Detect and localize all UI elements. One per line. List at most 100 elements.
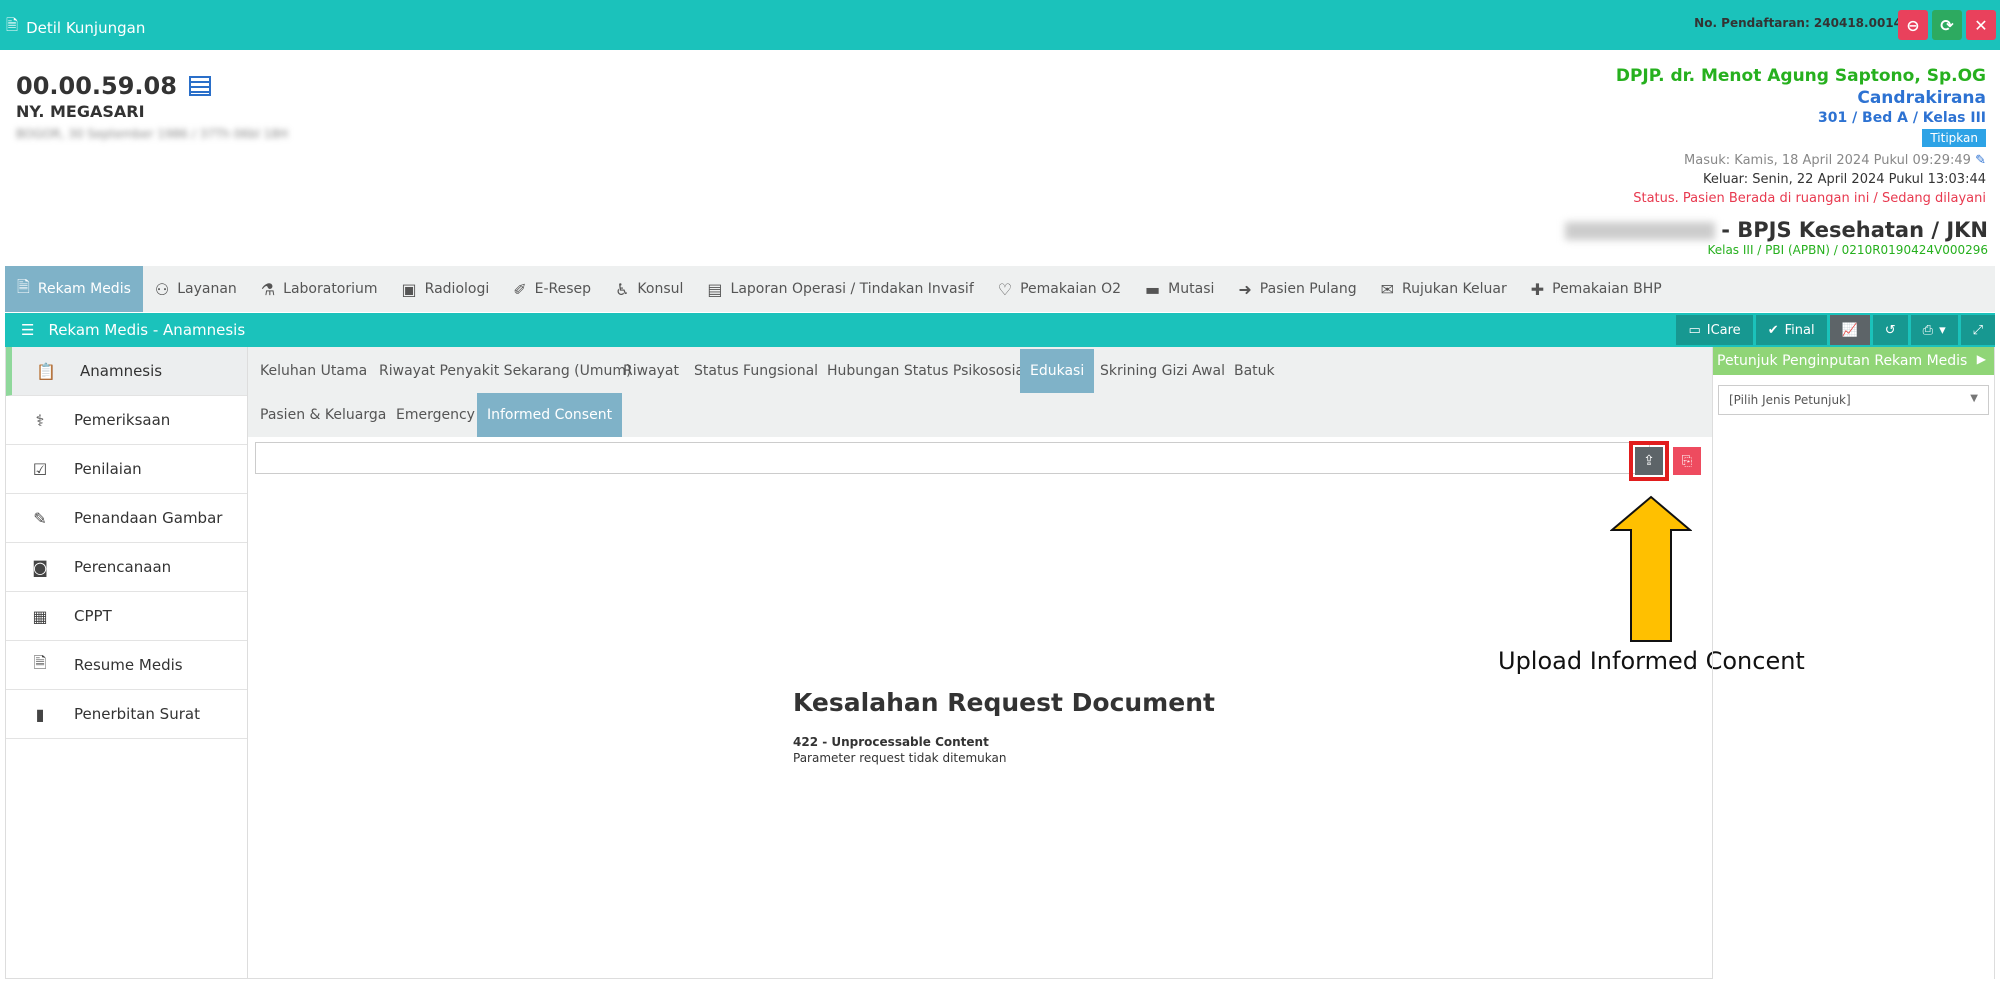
window-title: 🗎 Detil Kunjungan: [6, 15, 145, 40]
nav-laporan-operasi[interactable]: ▤ Laporan Operasi / Tindakan Invasif: [695, 266, 985, 312]
sidebar-item-penilaian[interactable]: ☑ Penilaian: [6, 445, 247, 494]
doctor-info: DPJP. dr. Menot Agung Saptono, Sp.OG Can…: [1616, 66, 1986, 206]
tab-keluhan-utama[interactable]: Keluhan Utama: [250, 349, 377, 393]
nav-rekam-medis[interactable]: 🗎 Rekam Medis: [5, 266, 143, 312]
history-button[interactable]: ↺: [1872, 315, 1908, 345]
tab-batuk[interactable]: Batuk: [1224, 349, 1285, 393]
nav-laboratorium[interactable]: ⚗ Laboratorium: [249, 266, 390, 312]
tab-status-fungsional[interactable]: Status Fungsional: [684, 349, 828, 393]
patient-status: Status. Pasien Berada di ruangan ini / S…: [1633, 191, 1986, 206]
flask-icon: ⚗: [260, 279, 276, 299]
guide-panel-header[interactable]: Petunjuk Penginputan Rekam Medis ▶: [1713, 347, 1994, 375]
sidebar-item-perencanaan[interactable]: ◙ Perencanaan: [6, 543, 247, 592]
main-content: Keluhan Utama Riwayat Penyakit Sekarang …: [248, 347, 1712, 979]
guide-type-select[interactable]: [Pilih Jenis Petunjuk] ▼: [1718, 385, 1989, 415]
user-plan-icon: ◙: [32, 557, 48, 577]
menu-icon[interactable]: ☰: [21, 321, 34, 339]
sidebar-item-anamnesis[interactable]: 📋 Anamnesis: [6, 347, 247, 396]
patient-name: NY. MEGASARI: [16, 102, 145, 121]
nav-konsul[interactable]: ♿ Konsul: [603, 266, 695, 312]
sidebar-item-penerbitan-surat[interactable]: ▮ Penerbitan Surat: [6, 690, 247, 739]
upload-button[interactable]: ⇪: [1635, 447, 1663, 475]
chevron-down-icon: ▼: [1970, 393, 1978, 404]
checklist-icon: ☑: [32, 459, 48, 479]
upload-icon: ⇪: [1643, 453, 1655, 469]
sidebar-item-resume-medis[interactable]: 🗎 Resume Medis: [6, 641, 247, 690]
medkit-icon: ✚: [1530, 279, 1545, 299]
expand-icon: ⤢: [1972, 322, 1983, 338]
error-code: 422 - Unprocessable Content: [793, 735, 989, 749]
nav-pemakaian-bhp[interactable]: ✚ Pemakaian BHP: [1519, 266, 1674, 312]
sidebar-item-pemeriksaan[interactable]: ⚕ Pemeriksaan: [6, 396, 247, 445]
registration-number: No. Pendaftaran: 240418.0014: [1694, 16, 1902, 30]
main-nav: 🗎 Rekam Medis ⚇ Layanan ⚗ Laboratorium ▣ Rad…: [5, 266, 1995, 312]
insurance-sub: Kelas III / PBI (APBN) / 0210R0190424V00…: [1707, 243, 1988, 257]
nav-rujukan-keluar[interactable]: ✉ Rujukan Keluar: [1369, 266, 1519, 312]
edit-icon[interactable]: ✎: [1975, 153, 1986, 168]
exit-icon: ➜: [1238, 279, 1252, 299]
list-icon[interactable]: [188, 76, 211, 96]
tab-riwayat-penyakit-sekarang[interactable]: Riwayat Penyakit Sekarang (Umum): [369, 349, 642, 393]
tab-hubungan-status-psikososial[interactable]: Hubungan Status Psikososial: [817, 349, 1038, 393]
bed-icon: ▬: [1145, 279, 1161, 299]
final-button[interactable]: ✔ Final: [1755, 315, 1827, 345]
titipkan-badge[interactable]: Titipkan: [1922, 129, 1986, 147]
dpjp: DPJP. dr. Menot Agung Saptono, Sp.OG: [1615, 66, 1986, 86]
history-icon: ↺: [1884, 322, 1896, 338]
annotation-arrow-icon: [1610, 495, 1692, 642]
error-title: Kesalahan Request Document: [793, 688, 1215, 717]
print-button[interactable]: ⎙ ▾: [1910, 315, 1958, 345]
tab-emergency[interactable]: Emergency: [386, 393, 485, 437]
nav-pasien-pulang[interactable]: ➜ Pasien Pulang: [1226, 266, 1368, 312]
newspaper-icon: ▤: [707, 279, 723, 299]
nav-e-resep[interactable]: ✐ E-Resep: [501, 266, 603, 312]
close-button[interactable]: ✕: [1966, 10, 1996, 40]
nav-mutasi[interactable]: ▬ Mutasi: [1133, 266, 1226, 312]
window-titlebar: 🗎 Detil Kunjungan No. Pendaftaran: 24041…: [0, 0, 2000, 50]
file-text-icon: 🗎: [33, 652, 47, 672]
insurance-main: - BPJS Kesehatan / JKN: [1565, 218, 1988, 242]
nav-radiologi[interactable]: ▣ Radiologi: [390, 266, 502, 312]
tab-edukasi[interactable]: Edukasi: [1020, 349, 1095, 393]
rm-number: 00.00.59.08: [16, 72, 177, 100]
heart-icon: ♡: [997, 279, 1013, 299]
rm-number-row: 00.00.59.08: [16, 72, 288, 100]
envelope-icon: ✉: [1380, 279, 1395, 299]
refresh-button[interactable]: ⟳: [1932, 10, 1962, 40]
icare-button[interactable]: ▭ ICare: [1676, 315, 1753, 345]
tab-skrining-gizi-awal[interactable]: Skrining Gizi Awal: [1090, 349, 1235, 393]
tab-riwayat[interactable]: Riwayat: [613, 349, 689, 393]
guide-panel: Petunjuk Penginputan Rekam Medis ▶ [Pili…: [1712, 347, 1995, 979]
file-icon: ▮: [35, 704, 45, 724]
minimize-button[interactable]: ⊖: [1898, 10, 1928, 40]
room-name: Candrakirana: [1857, 88, 1986, 108]
pdf-icon: ⎘: [1681, 453, 1693, 469]
xray-icon: ▣: [401, 279, 417, 299]
nav-pemakaian-o2[interactable]: ♡ Pemakaian O2: [986, 266, 1133, 312]
chart-button[interactable]: 📈: [1829, 315, 1870, 345]
document-icon: 🗎: [17, 276, 30, 296]
tab-informed-consent[interactable]: Informed Consent: [477, 393, 623, 437]
chevron-right-icon: ▶: [1976, 352, 1986, 366]
panel-toolbar: ▭ ICare ✔ Final 📈 ↺ ⎙ ▾ ⤢: [1676, 315, 1995, 345]
patient-info: 00.00.59.08 NY. MEGASARI BOGOR, 30 Septe…: [16, 72, 288, 141]
sidebar-item-cppt[interactable]: ▦ CPPT: [6, 592, 247, 641]
patient-detail: BOGOR, 30 September 1986 / 37Th 06bl 18H: [16, 127, 288, 141]
error-message: Kesalahan Request Document 422 - Unproce…: [793, 688, 1215, 765]
report-icon: ▦: [32, 606, 48, 626]
tab-pasien-keluarga[interactable]: Pasien & Keluarga: [250, 393, 396, 437]
sidebar-item-penandaan-gambar[interactable]: ✎ Penandaan Gambar: [6, 494, 247, 543]
insurance-info: - BPJS Kesehatan / JKN Kelas III / PBI (…: [1565, 218, 1988, 257]
caret-down-icon: ▾: [1939, 322, 1946, 338]
check-icon: ✔: [1767, 322, 1779, 338]
insurance-number-redacted: [1565, 222, 1716, 240]
panel-title: ☰ Rekam Medis - Anamnesis: [21, 321, 246, 339]
stethoscope-icon: ⚕: [35, 410, 45, 430]
id-card-icon: ▭: [1688, 322, 1701, 338]
document-field[interactable]: [255, 442, 1650, 474]
print-icon: ⎙: [1922, 322, 1934, 338]
wheelchair-icon: ♿: [615, 279, 630, 299]
expand-button[interactable]: ⤢: [1960, 315, 1995, 345]
pdf-button[interactable]: ⎘: [1673, 447, 1701, 475]
nav-layanan[interactable]: ⚇ Layanan: [143, 266, 249, 312]
